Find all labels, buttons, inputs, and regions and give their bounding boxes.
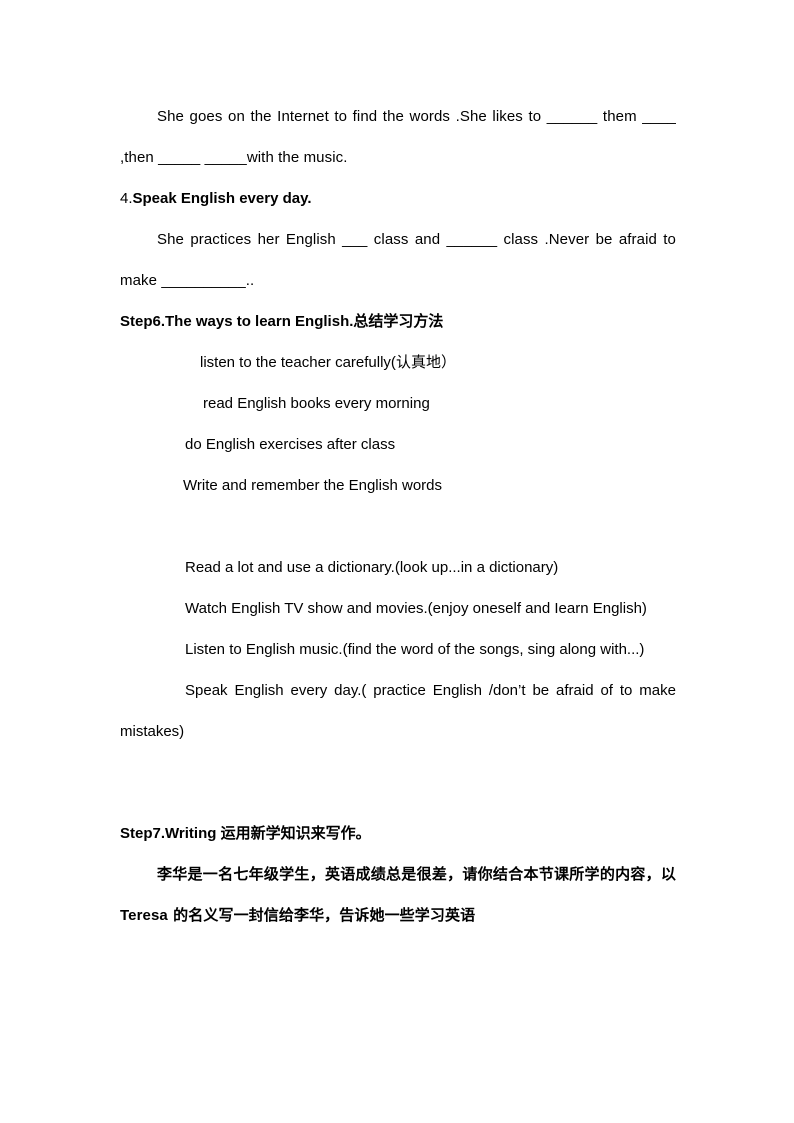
document-content: She goes on the Internet to find the wor…	[120, 96, 676, 936]
way-item-listen: listen to the teacher carefully(认真地）	[120, 342, 676, 383]
paragraph-internet: She goes on the Internet to find the wor…	[120, 108, 676, 166]
paragraph-writing-name: Teresa	[120, 907, 168, 924]
heading-step6: Step6.The ways to learn English.总结学习方法	[120, 301, 676, 342]
heading-item-4-text: Speak English every day.	[132, 190, 312, 207]
way-item-do-exercises: do English exercises after class	[185, 436, 396, 453]
heading-step7-chinese: 运用新学知识来写作。	[220, 824, 371, 842]
way-item-listen-text: listen to the teacher carefully(	[200, 354, 396, 371]
way-item-read-books: read English books every morning	[203, 395, 430, 412]
paragraph-writing-chinese: 李华是一名七年级学生，英语成绩总是很差，请你结合本节课所学的内容，以 Teres…	[120, 854, 676, 936]
section-spacer-half	[120, 793, 676, 813]
paragraph-writing-line2-a: 学的内容，以	[584, 865, 676, 883]
paragraph-practices: She practices her English ___ class and …	[120, 231, 676, 289]
heading-item-4: 4.Speak English every day.	[120, 178, 676, 219]
way-item-watch-tv: Watch English TV show and movies.(enjoy …	[185, 600, 647, 617]
heading-step7: Step7.Writing 运用新学知识来写作。	[120, 813, 676, 854]
way-item-write-remember: Write and remember the English words	[183, 477, 442, 494]
way-item-read-dictionary: Read a lot and use a dictionary.(look up…	[185, 559, 559, 576]
paragraph-writing-line2-b: 的名义写一封信给李华，告诉她一些学习英语	[167, 906, 476, 924]
way-item-listen-music: Listen to English music.(find the word o…	[185, 641, 645, 658]
way-item-speak-daily: Speak English every day.( practice Engli…	[120, 682, 676, 740]
heading-step6-chinese: 总结学习方法	[353, 312, 444, 330]
heading-step6-english: Step6.The ways to learn English.	[120, 313, 354, 330]
document-page: She goes on the Internet to find the wor…	[0, 0, 794, 1123]
paragraph-writing-line1: 李华是一名七年级学生，英语成绩总是很差，请你结合本节课所	[157, 865, 585, 883]
heading-item-4-number: 4.	[120, 190, 133, 207]
blank-line-gap	[120, 506, 676, 547]
heading-step7-english: Step7.Writing	[120, 825, 221, 842]
way-item-listen-chinese: 认真地）	[395, 353, 456, 371]
